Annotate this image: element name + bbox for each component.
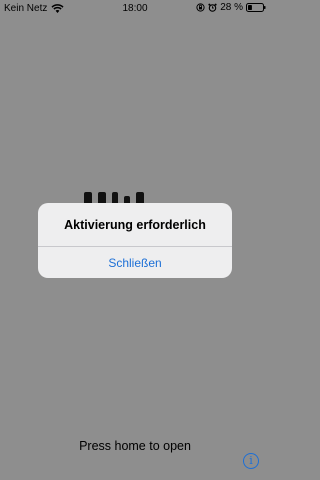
close-button[interactable]: Schließen [38,247,232,278]
orientation-lock-icon [196,3,205,12]
activation-alert: Aktivierung erforderlich Schließen [38,203,232,278]
battery-percent: 28 % [220,2,243,13]
info-icon[interactable]: i [243,453,259,469]
status-right: 28 % [196,2,266,13]
alarm-icon [208,3,217,12]
battery-icon [246,3,266,12]
alert-title: Aktivierung erforderlich [64,217,206,232]
status-bar: Kein Netz 18:00 28 % [0,0,270,18]
press-home-label: Press home to open [79,439,191,453]
